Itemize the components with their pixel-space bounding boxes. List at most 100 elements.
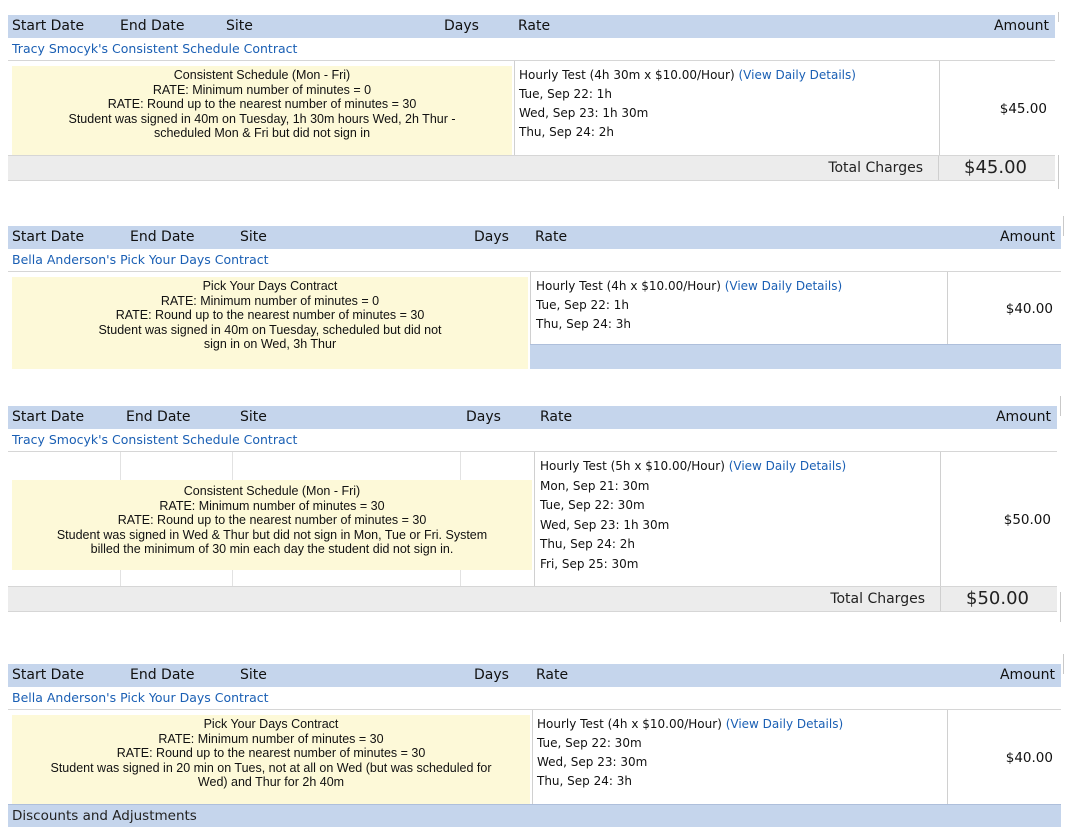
col-start-date[interactable]: Start Date xyxy=(12,229,84,245)
col-rate[interactable]: Rate xyxy=(535,229,567,245)
total-charges-value: $50.00 xyxy=(966,588,1029,609)
contract-note: Pick Your Days Contract RATE: Minimum nu… xyxy=(12,715,530,805)
note-line: Student was signed in 40m on Tuesday, 1h… xyxy=(68,111,456,126)
rate-cell: Hourly Test (4h x $10.00/Hour) (View Dai… xyxy=(536,277,842,334)
contract-note: Pick Your Days Contract RATE: Minimum nu… xyxy=(12,277,528,369)
rate-day: Wed, Sep 23: 1h 30m xyxy=(540,517,670,532)
contract-note: Consistent Schedule (Mon - Fri) RATE: Mi… xyxy=(12,66,512,156)
col-end-date[interactable]: End Date xyxy=(130,667,195,683)
contract-block-3: Start Date End Date Site Days Rate Amoun… xyxy=(8,406,1057,612)
contract-title-link[interactable]: Tracy Smocyk's Consistent Schedule Contr… xyxy=(12,41,297,56)
amount-value: $40.00 xyxy=(1005,750,1053,766)
contract-title-row: Tracy Smocyk's Consistent Schedule Contr… xyxy=(8,429,1057,452)
column-divider xyxy=(940,452,941,586)
amount-value: $40.00 xyxy=(1005,301,1053,317)
subtotal-bar xyxy=(530,344,1061,369)
table-header: Start Date End Date Site Days Rate Amoun… xyxy=(8,15,1055,39)
rate-day: Mon, Sep 21: 30m xyxy=(540,478,650,493)
note-line: RATE: Minimum number of minutes = 30 xyxy=(159,498,385,513)
col-days[interactable]: Days xyxy=(474,229,509,245)
rate-day: Thu, Sep 24: 3h xyxy=(537,774,632,788)
contract-block-1: Start Date End Date Site Days Rate Amoun… xyxy=(8,15,1055,181)
col-start-date[interactable]: Start Date xyxy=(12,409,84,425)
note-line: RATE: Minimum number of minutes = 0 xyxy=(160,293,380,308)
rate-summary: Hourly Test (4h 30m x $10.00/Hour) xyxy=(519,68,735,82)
note-line: Consistent Schedule (Mon - Fri) xyxy=(183,484,361,498)
total-charges-label: Total Charges xyxy=(828,160,923,176)
rate-day: Thu, Sep 24: 3h xyxy=(536,317,631,331)
view-daily-details-link[interactable]: (View Daily Details) xyxy=(729,459,846,473)
col-start-date[interactable]: Start Date xyxy=(12,667,84,683)
rate-day: Thu, Sep 24: 2h xyxy=(540,537,635,552)
column-divider xyxy=(532,710,533,804)
col-rate[interactable]: Rate xyxy=(536,667,568,683)
table-header: Start Date End Date Site Days Rate Amoun… xyxy=(8,406,1057,430)
col-rate[interactable]: Rate xyxy=(518,18,550,34)
col-end-date[interactable]: End Date xyxy=(120,18,185,34)
view-daily-details-link[interactable]: (View Daily Details) xyxy=(725,279,842,293)
rate-day: Tue, Sep 22: 1h xyxy=(536,298,629,312)
total-charges-label: Total Charges xyxy=(830,591,925,607)
col-days[interactable]: Days xyxy=(466,409,501,425)
col-amount[interactable]: Amount xyxy=(1000,229,1055,245)
column-divider xyxy=(939,61,940,155)
col-start-date[interactable]: Start Date xyxy=(12,18,84,34)
total-charges-value: $45.00 xyxy=(964,157,1027,178)
note-line: RATE: Round up to the nearest number of … xyxy=(115,308,425,323)
contract-title-link[interactable]: Bella Anderson's Pick Your Days Contract xyxy=(12,252,269,267)
note-line: RATE: Minimum number of minutes = 30 xyxy=(158,731,384,746)
note-line: Student was signed in Wed & Thur but did… xyxy=(56,527,488,542)
contract-title-link[interactable]: Tracy Smocyk's Consistent Schedule Contr… xyxy=(12,432,297,447)
col-site[interactable]: Site xyxy=(240,409,267,425)
note-line: RATE: Round up to the nearest number of … xyxy=(116,746,426,761)
rate-day: Tue, Sep 22: 30m xyxy=(540,498,645,513)
col-rate[interactable]: Rate xyxy=(540,409,572,425)
col-days[interactable]: Days xyxy=(474,667,509,683)
total-charges-row: Total Charges $50.00 xyxy=(8,586,1057,612)
rate-summary: Hourly Test (5h x $10.00/Hour) xyxy=(540,459,725,473)
contract-title-row: Bella Anderson's Pick Your Days Contract xyxy=(8,249,1061,272)
note-line: RATE: Round up to the nearest number of … xyxy=(107,97,417,112)
view-daily-details-link[interactable]: (View Daily Details) xyxy=(738,68,855,82)
note-line: sign in on Wed, 3h Thur xyxy=(203,337,337,352)
contract-title-row: Bella Anderson's Pick Your Days Contract xyxy=(8,687,1061,710)
contract-title-link[interactable]: Bella Anderson's Pick Your Days Contract xyxy=(12,690,269,705)
view-daily-details-link[interactable]: (View Daily Details) xyxy=(726,717,843,731)
rate-summary: Hourly Test (4h x $10.00/Hour) xyxy=(536,279,721,293)
note-line: Pick Your Days Contract xyxy=(202,279,338,293)
col-amount[interactable]: Amount xyxy=(996,409,1051,425)
contract-title-row: Tracy Smocyk's Consistent Schedule Contr… xyxy=(8,38,1055,61)
rate-cell: Hourly Test (4h 30m x $10.00/Hour) (View… xyxy=(519,66,856,142)
contract-block-2: Start Date End Date Site Days Rate Amoun… xyxy=(8,226,1061,369)
note-line: Student was signed in 20 min on Tues, no… xyxy=(50,760,492,775)
column-divider xyxy=(947,710,948,804)
rate-day: Tue, Sep 22: 1h xyxy=(519,87,612,101)
column-divider xyxy=(514,61,515,155)
col-end-date[interactable]: End Date xyxy=(126,409,191,425)
table-header: Start Date End Date Site Days Rate Amoun… xyxy=(8,226,1061,250)
note-line: Consistent Schedule (Mon - Fri) xyxy=(173,68,351,82)
discounts-adjustments-label: Discounts and Adjustments xyxy=(12,808,197,824)
rate-day: Wed, Sep 23: 1h 30m xyxy=(519,106,649,120)
col-site[interactable]: Site xyxy=(240,667,267,683)
contract-note: Consistent Schedule (Mon - Fri) RATE: Mi… xyxy=(12,480,532,570)
col-site[interactable]: Site xyxy=(240,229,267,245)
note-line: scheduled Mon & Fri but did not sign in xyxy=(153,126,371,141)
col-days[interactable]: Days xyxy=(444,18,479,34)
rate-cell: Hourly Test (5h x $10.00/Hour) (View Dai… xyxy=(540,457,846,575)
rate-cell: Hourly Test (4h x $10.00/Hour) (View Dai… xyxy=(537,715,843,791)
col-amount[interactable]: Amount xyxy=(1000,667,1055,683)
column-divider xyxy=(534,452,535,586)
rate-summary: Hourly Test (4h x $10.00/Hour) xyxy=(537,717,722,731)
col-site[interactable]: Site xyxy=(226,18,253,34)
table-header: Start Date End Date Site Days Rate Amoun… xyxy=(8,664,1061,688)
col-amount[interactable]: Amount xyxy=(994,18,1049,34)
contract-block-4: Start Date End Date Site Days Rate Amoun… xyxy=(8,664,1061,830)
column-divider xyxy=(947,272,948,344)
col-end-date[interactable]: End Date xyxy=(130,229,195,245)
rate-day: Fri, Sep 25: 30m xyxy=(540,556,639,571)
note-line: RATE: Round up to the nearest number of … xyxy=(117,513,427,528)
rate-day: Thu, Sep 24: 2h xyxy=(519,125,614,139)
rate-day: Wed, Sep 23: 30m xyxy=(537,755,648,769)
amount-value: $50.00 xyxy=(1003,512,1051,528)
